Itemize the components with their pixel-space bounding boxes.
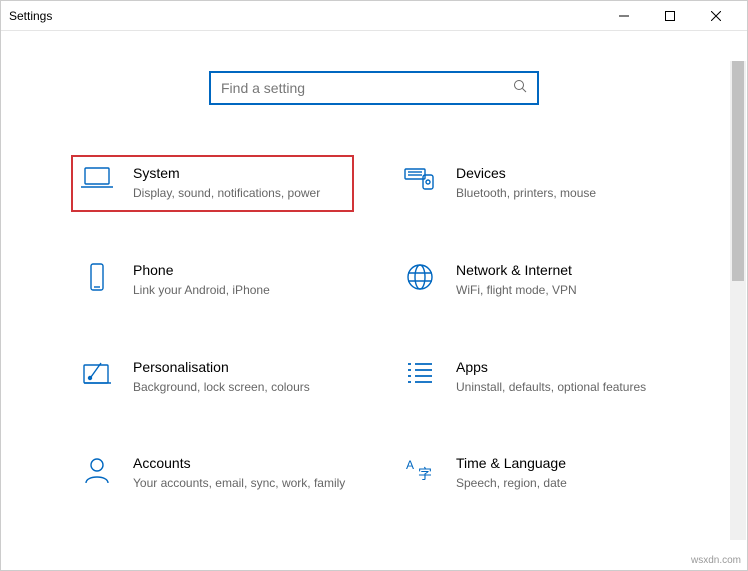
window-title: Settings — [9, 9, 52, 23]
main-content: System Display, sound, notifications, po… — [1, 41, 747, 570]
tile-accounts[interactable]: Accounts Your accounts, email, sync, wor… — [71, 445, 354, 502]
tile-subtitle: Bluetooth, printers, mouse — [456, 185, 669, 202]
minimize-button[interactable] — [601, 1, 647, 31]
titlebar: Settings — [1, 1, 747, 31]
tile-title: Devices — [456, 165, 669, 181]
svg-text:A: A — [406, 458, 414, 472]
tile-title: Network & Internet — [456, 262, 669, 278]
watermark: wsxdn.com — [691, 555, 741, 566]
maximize-icon — [665, 11, 675, 21]
laptop-icon — [79, 165, 115, 201]
scrollbar-thumb[interactable] — [732, 61, 744, 281]
list-icon — [402, 359, 438, 395]
tile-subtitle: Background, lock screen, colours — [133, 379, 346, 396]
tile-title: System — [133, 165, 346, 181]
tile-title: Accounts — [133, 455, 346, 471]
tile-network[interactable]: Network & Internet WiFi, flight mode, VP… — [394, 252, 677, 309]
tile-subtitle: Your accounts, email, sync, work, family — [133, 475, 346, 492]
minimize-icon — [619, 11, 629, 21]
settings-window: Settings — [0, 0, 748, 571]
tile-title: Time & Language — [456, 455, 669, 471]
close-icon — [711, 11, 721, 21]
tile-subtitle: WiFi, flight mode, VPN — [456, 282, 669, 299]
tile-phone[interactable]: Phone Link your Android, iPhone — [71, 252, 354, 309]
person-icon — [79, 455, 115, 491]
settings-grid: System Display, sound, notifications, po… — [41, 155, 707, 502]
search-input[interactable] — [221, 80, 513, 96]
maximize-button[interactable] — [647, 1, 693, 31]
tile-title: Apps — [456, 359, 669, 375]
paint-icon — [79, 359, 115, 395]
tile-subtitle: Link your Android, iPhone — [133, 282, 346, 299]
tile-personalisation[interactable]: Personalisation Background, lock screen,… — [71, 349, 354, 406]
tile-title: Phone — [133, 262, 346, 278]
tile-title: Personalisation — [133, 359, 346, 375]
scrollbar[interactable] — [730, 61, 746, 540]
globe-icon — [402, 262, 438, 298]
svg-text:字: 字 — [418, 466, 432, 482]
tile-subtitle: Speech, region, date — [456, 475, 669, 492]
tile-apps[interactable]: Apps Uninstall, defaults, optional featu… — [394, 349, 677, 406]
search-icon — [513, 79, 527, 98]
tile-time-language[interactable]: A 字 Time & Language Speech, region, date — [394, 445, 677, 502]
language-icon: A 字 — [402, 455, 438, 491]
close-button[interactable] — [693, 1, 739, 31]
phone-icon — [79, 262, 115, 298]
tile-system[interactable]: System Display, sound, notifications, po… — [71, 155, 354, 212]
search-box[interactable] — [209, 71, 539, 105]
devices-icon — [402, 165, 438, 201]
search-container — [41, 71, 707, 105]
tile-devices[interactable]: Devices Bluetooth, printers, mouse — [394, 155, 677, 212]
window-controls — [601, 1, 739, 31]
tile-subtitle: Uninstall, defaults, optional features — [456, 379, 669, 396]
tile-subtitle: Display, sound, notifications, power — [133, 185, 346, 202]
